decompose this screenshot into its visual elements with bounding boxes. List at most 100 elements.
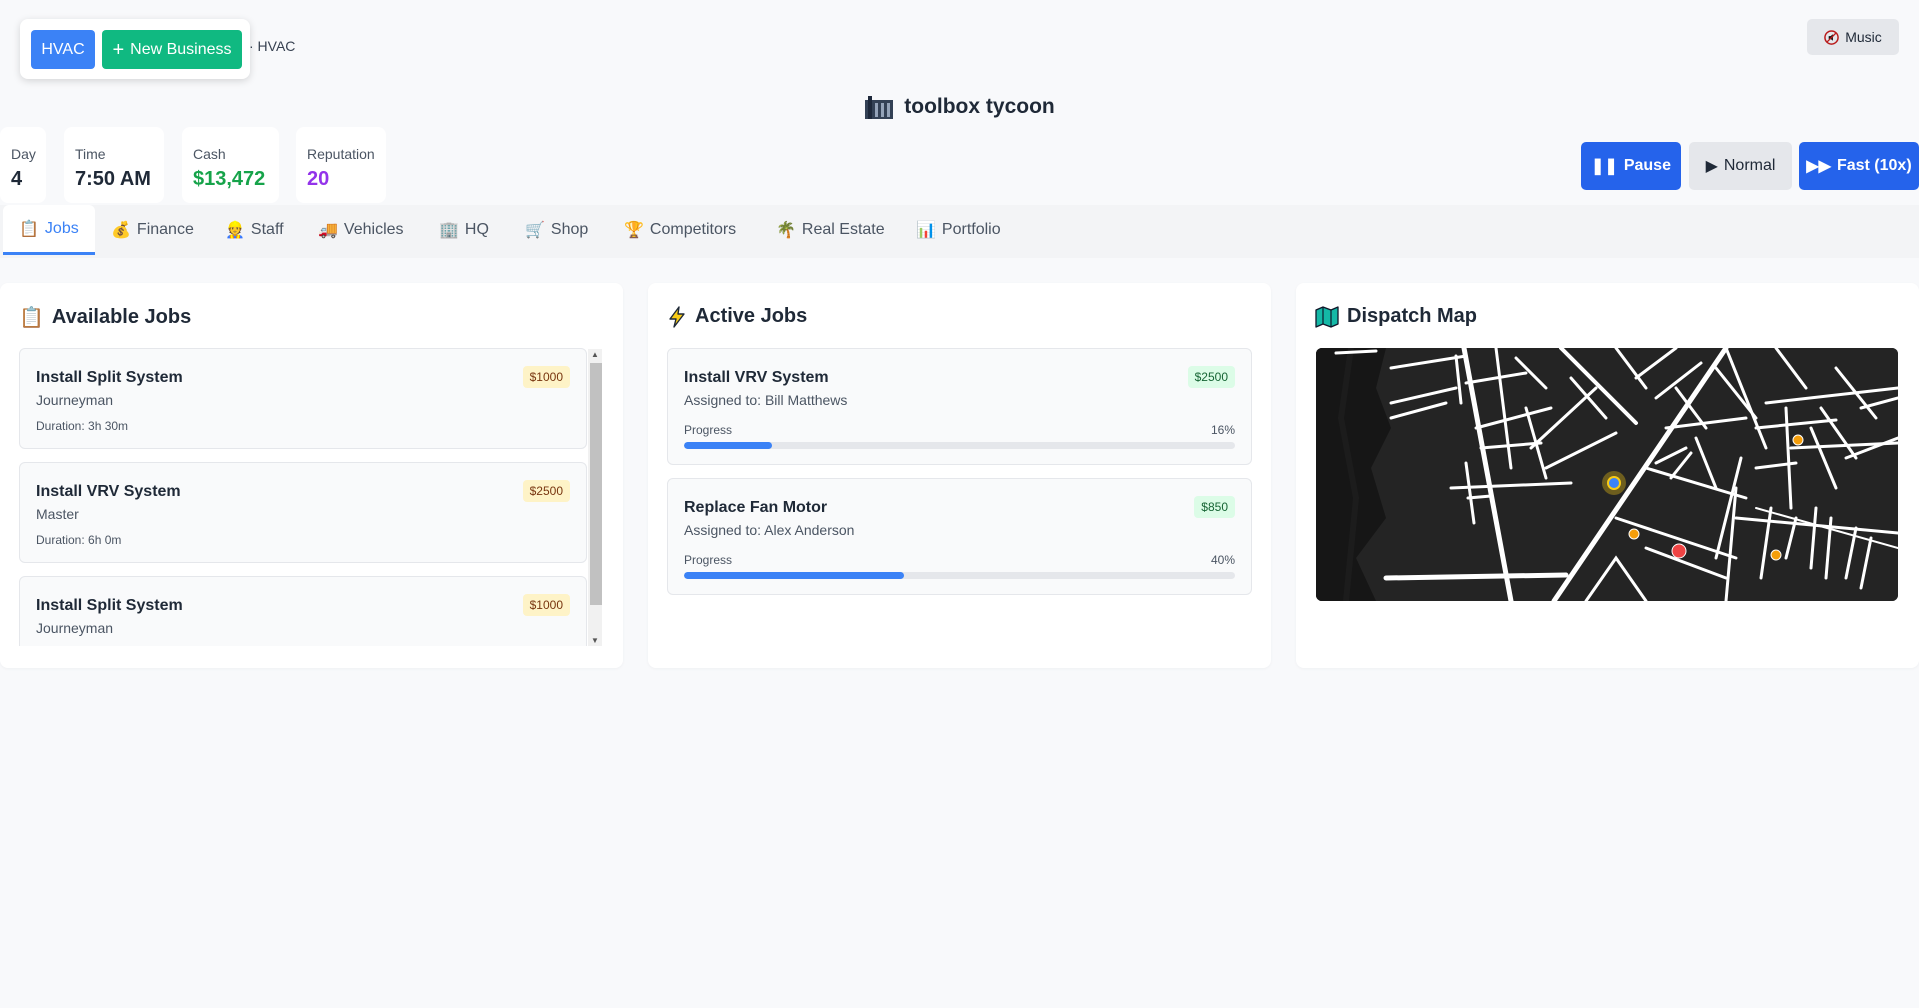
palm-tree-icon: 🌴: [776, 222, 796, 239]
stat-reputation: Reputation 20: [296, 127, 386, 203]
lightning-icon: [669, 305, 685, 328]
available-job-card[interactable]: Install Split System Journeyman Duration…: [19, 348, 587, 449]
stat-value: 20: [307, 168, 330, 190]
business-switcher: HVAC + New Business: [20, 19, 250, 79]
dispatch-map[interactable]: [1316, 348, 1898, 601]
normal-speed-button[interactable]: ▶ Normal: [1689, 142, 1792, 190]
tab-bar: 📋 Jobs 💰 Finance 👷 Staff 🚚 Vehicles 🏢 HQ 🛒 Sho…: [0, 205, 1919, 258]
job-pay-badge: $850: [1194, 496, 1235, 518]
clipboard-icon: 📋: [19, 220, 39, 238]
job-pay-badge: $2500: [1187, 366, 1235, 388]
active-job-card[interactable]: Replace Fan Motor Assigned to: Alex Ande…: [667, 478, 1252, 595]
tab-label: Competitors: [649, 221, 737, 238]
stat-value: 4: [11, 168, 23, 190]
truck-icon: 🚚: [318, 222, 338, 239]
job-assignee: Assigned to: Bill Matthews: [684, 392, 848, 408]
job-pay-badge: $1000: [522, 594, 570, 616]
progress-bar: [684, 442, 1235, 449]
job-duration: Duration: 3h 30m: [36, 419, 129, 433]
tab-label: Staff: [250, 221, 284, 238]
stat-value: 7:50 AM: [75, 168, 151, 190]
job-assignee: Assigned to: Alex Anderson: [684, 522, 855, 538]
stat-label: Time: [75, 146, 106, 162]
tab-hq[interactable]: 🏢 HQ: [423, 205, 505, 255]
panel-title-text: Available Jobs: [51, 306, 192, 328]
money-bag-icon: 💰: [111, 222, 131, 239]
tab-finance[interactable]: 💰 Finance: [95, 205, 210, 255]
trophy-icon: 🏆: [624, 222, 644, 239]
job-level: Master: [36, 506, 79, 522]
stat-value: $13,472: [193, 168, 266, 190]
available-job-card[interactable]: Install VRV System Master Duration: 6h 0…: [19, 462, 587, 563]
stat-cash: Cash $13,472: [182, 127, 279, 203]
stat-time: Time 7:50 AM: [64, 127, 164, 203]
app-title: toolbox tycoon: [0, 94, 1919, 126]
fast-speed-button[interactable]: ▶▶ Fast (10x): [1799, 142, 1919, 190]
tab-label: HQ: [464, 221, 489, 238]
tab-jobs[interactable]: 📋 Jobs: [3, 205, 95, 255]
clipboard-icon: 📋: [19, 307, 44, 329]
tab-real-estate[interactable]: 🌴 Real Estate: [760, 205, 901, 255]
new-business-label: New Business: [130, 40, 232, 58]
cart-icon: 🛒: [525, 222, 545, 239]
stat-label: Day: [11, 146, 36, 162]
normal-label: Normal: [1723, 157, 1776, 174]
scroll-up-icon[interactable]: ▲: [588, 350, 602, 359]
job-name: Install Split System: [36, 597, 183, 614]
progress-percent: 16%: [1210, 423, 1235, 437]
music-button[interactable]: Music: [1807, 19, 1899, 55]
tab-label: Vehicles: [343, 221, 404, 238]
plus-icon: +: [112, 38, 125, 61]
tab-label: Portfolio: [941, 221, 1001, 238]
available-jobs-panel: 📋 Available Jobs Install Split System Jo…: [0, 283, 623, 668]
progress-percent: 40%: [1210, 553, 1235, 567]
breadcrumb: · HVAC: [249, 38, 296, 54]
map-canvas: [1316, 348, 1898, 601]
job-pay-badge: $2500: [522, 480, 570, 502]
active-job-card[interactable]: Install VRV System Assigned to: Bill Mat…: [667, 348, 1252, 465]
play-icon: ▶: [1705, 158, 1718, 175]
tab-staff[interactable]: 👷 Staff: [209, 205, 300, 255]
panel-title-text: Dispatch Map: [1347, 305, 1478, 327]
scroll-down-icon[interactable]: ▼: [588, 636, 602, 645]
muted-speaker-icon: [1824, 29, 1840, 45]
active-jobs-title: Active Jobs: [667, 305, 807, 328]
pause-button[interactable]: ❚❚ Pause: [1581, 142, 1681, 190]
stat-label: Cash: [193, 146, 226, 162]
stat-day: Day 4: [0, 127, 46, 203]
pause-label: Pause: [1623, 157, 1671, 174]
dispatch-map-title: Dispatch Map: [1315, 305, 1477, 328]
job-level: Journeyman: [36, 392, 114, 408]
current-business-button[interactable]: HVAC: [31, 30, 95, 69]
music-label: Music: [1845, 29, 1882, 45]
progress-bar-fill: [684, 572, 905, 579]
job-name: Install VRV System: [36, 483, 181, 500]
progress-bar-fill: [684, 442, 773, 449]
available-job-card[interactable]: Install Split System Journeyman $1000: [19, 576, 587, 646]
tab-portfolio[interactable]: 📊 Portfolio: [900, 205, 1017, 255]
tab-label: Shop: [550, 221, 589, 238]
fast-forward-icon: ▶▶: [1806, 158, 1831, 175]
tab-vehicles[interactable]: 🚚 Vehicles: [302, 205, 420, 255]
new-business-button[interactable]: + New Business: [102, 30, 242, 69]
available-jobs-scrollbar[interactable]: ▲ ▼: [588, 349, 602, 646]
job-duration: Duration: 6h 0m: [36, 533, 122, 547]
worker-icon: 👷: [225, 222, 245, 239]
building-icon: 🏢: [439, 222, 459, 239]
app-title-text: toolbox tycoon: [904, 95, 1055, 118]
tab-label: Finance: [136, 221, 194, 238]
bar-chart-icon: 📊: [916, 222, 936, 239]
tab-shop[interactable]: 🛒 Shop: [509, 205, 604, 255]
tab-competitors[interactable]: 🏆 Competitors: [608, 205, 752, 255]
progress-bar: [684, 572, 1235, 579]
tab-label: Real Estate: [801, 221, 885, 238]
job-name: Replace Fan Motor: [684, 499, 828, 516]
factory-icon: [865, 96, 894, 119]
job-name: Install VRV System: [684, 369, 829, 386]
available-jobs-list: Install Split System Journeyman Duration…: [19, 348, 587, 646]
progress-label: Progress: [684, 553, 733, 567]
progress-label: Progress: [684, 423, 733, 437]
stat-label: Reputation: [307, 146, 375, 162]
job-level: Journeyman: [36, 620, 114, 636]
scroll-thumb[interactable]: [590, 363, 602, 605]
